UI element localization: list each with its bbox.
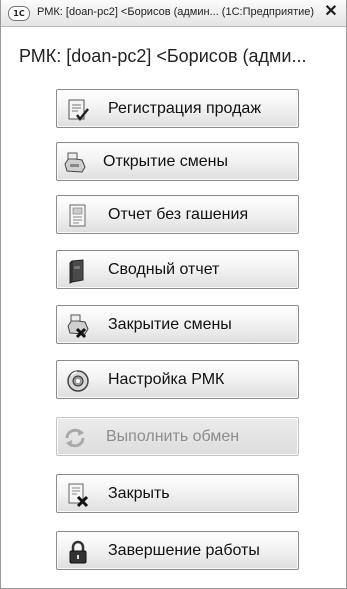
app-logo-icon: 1С: [8, 6, 30, 21]
summary-report-button[interactable]: Сводный отчет: [56, 250, 299, 289]
settings-disc-icon: [67, 370, 89, 392]
open-shift-label: Открытие смены: [103, 153, 229, 170]
close-label: Закрыть: [108, 485, 170, 502]
window-title: РМК: [doan-pc2] <Борисов (админ... (1С:П…: [37, 6, 315, 18]
rmk-settings-button[interactable]: Настройка РМК: [56, 360, 299, 399]
sales-registration-button[interactable]: Регистрация продаж: [56, 89, 299, 128]
cash-register-icon: [64, 152, 86, 173]
open-shift-button[interactable]: Открытие смены: [56, 142, 299, 181]
sales-receipt-icon: [68, 99, 89, 122]
report-without-clearing-button[interactable]: Отчет без гашения: [56, 195, 299, 234]
shutdown-label: Завершение работы: [108, 542, 260, 559]
title-bar[interactable]: 1С РМК: [doan-pc2] <Борисов (админ... (1…: [1, 0, 346, 27]
summary-book-icon: [69, 259, 84, 284]
close-window-button[interactable]: ✕: [322, 3, 340, 21]
exchange-button[interactable]: Выполнить обмен: [56, 417, 299, 456]
page-title: РМК: [doan-pc2] <Борисов (адми...: [19, 46, 307, 66]
exchange-label: Выполнить обмен: [106, 428, 240, 445]
rmk-settings-label: Настройка РМК: [108, 371, 225, 388]
close-icon: ✕: [324, 3, 338, 20]
report-document-icon: [69, 204, 86, 227]
shutdown-button[interactable]: Завершение работы: [56, 531, 299, 570]
app-window: 1С РМК: [doan-pc2] <Борисов (админ... (1…: [0, 0, 347, 589]
exchange-arrows-icon: [65, 428, 85, 448]
close-button[interactable]: Закрыть: [56, 474, 299, 513]
close-shift-label: Закрытие смены: [108, 316, 232, 333]
sales-registration-label: Регистрация продаж: [108, 100, 262, 117]
report-without-clearing-label: Отчет без гашения: [108, 206, 249, 223]
summary-report-label: Сводный отчет: [108, 261, 220, 278]
close-document-icon: [68, 483, 89, 508]
close-shift-button[interactable]: Закрытие смены: [56, 305, 299, 344]
close-shift-icon: [67, 314, 89, 339]
padlock-icon: [69, 540, 87, 564]
